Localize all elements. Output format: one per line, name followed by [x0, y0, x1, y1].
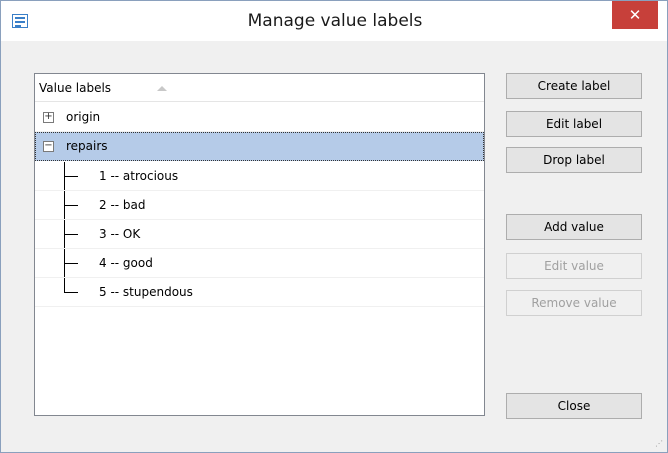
tree-child-item[interactable]: 3 -- OK	[35, 220, 484, 249]
tree-child-label: 2 -- bad	[99, 198, 146, 212]
value-labels-tree[interactable]: Value labels + origin − repairs 1 -- atr…	[34, 73, 485, 416]
close-button[interactable]: Close	[506, 393, 642, 419]
tree-child-item[interactable]: 5 -- stupendous	[35, 278, 484, 307]
tree-item-origin[interactable]: + origin	[35, 103, 484, 132]
expand-icon[interactable]: +	[43, 112, 54, 123]
title-bar: Manage value labels ✕	[1, 1, 667, 41]
sort-ascending-icon	[157, 86, 167, 91]
tree-child-label: 1 -- atrocious	[99, 169, 179, 183]
tree-child-item[interactable]: 2 -- bad	[35, 191, 484, 220]
close-icon[interactable]: ✕	[612, 1, 658, 29]
column-header[interactable]: Value labels	[35, 74, 484, 102]
tree-child-item[interactable]: 1 -- atrocious	[35, 162, 484, 191]
add-value-button[interactable]: Add value	[506, 214, 642, 240]
edit-label-button[interactable]: Edit label	[506, 111, 642, 137]
tree-child-label: 3 -- OK	[99, 227, 141, 241]
tree-child-label: 5 -- stupendous	[99, 285, 193, 299]
tree-child-item[interactable]: 4 -- good	[35, 249, 484, 278]
drop-label-button[interactable]: Drop label	[506, 147, 642, 173]
create-label-button[interactable]: Create label	[506, 73, 642, 99]
window-title: Manage value labels	[247, 11, 423, 31]
column-header-label: Value labels	[39, 81, 112, 95]
tree-item-repairs[interactable]: − repairs	[35, 132, 484, 161]
resize-grip-icon[interactable]: ⋰	[655, 439, 663, 448]
tree-child-label: 4 -- good	[99, 256, 153, 270]
remove-value-button[interactable]: Remove value	[506, 290, 642, 316]
tree-item-label: origin	[66, 110, 101, 124]
edit-value-button[interactable]: Edit value	[506, 253, 642, 279]
dialog-window: Manage value labels ✕ Value labels + ori…	[0, 0, 668, 453]
tree-item-label: repairs	[66, 139, 108, 153]
collapse-icon[interactable]: −	[43, 141, 54, 152]
